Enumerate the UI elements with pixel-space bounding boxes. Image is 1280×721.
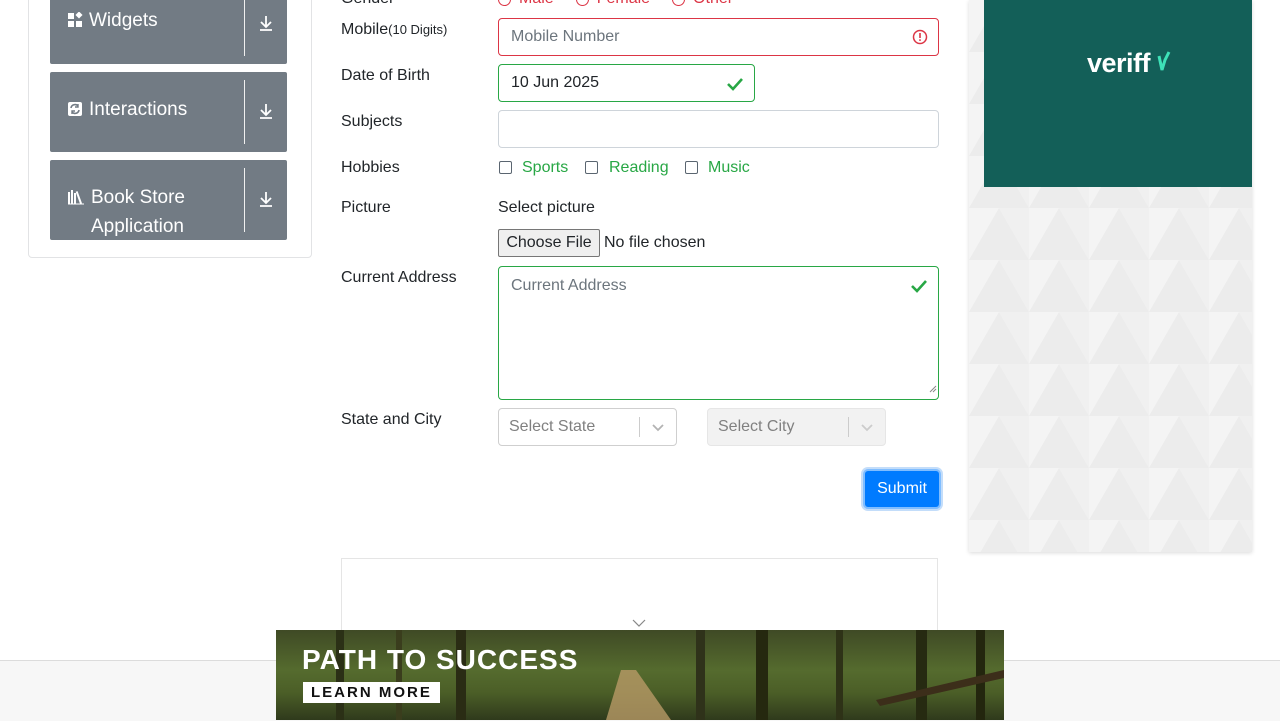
mobile-hint: (10 Digits) <box>388 22 448 37</box>
sidebar-item-widgets[interactable]: Widgets <box>50 0 287 64</box>
sidebar-ad[interactable]: veriff <box>969 0 1252 552</box>
dob-label: Date of Birth <box>341 67 430 84</box>
state-city-label: State and City <box>341 411 442 428</box>
hobby-label-music[interactable]: Music <box>708 159 750 177</box>
download-icon[interactable] <box>245 160 287 240</box>
interactions-icon <box>67 101 83 117</box>
mobile-input[interactable]: Mobile Number <box>498 18 939 56</box>
sidebar-item-label: Book Store Application <box>91 187 185 237</box>
content-frame <box>341 558 938 638</box>
gender-radio-female[interactable] <box>575 0 589 6</box>
sidebar-item-label: Interactions <box>89 99 188 120</box>
state-select[interactable]: Select State <box>498 408 677 446</box>
sidebar-item-book-store[interactable]: Book Store Application <box>50 160 287 240</box>
hobby-checkbox-sports[interactable] <box>499 161 512 174</box>
city-placeholder: Select City <box>718 418 795 435</box>
check-icon <box>726 76 744 97</box>
hobby-label-reading[interactable]: Reading <box>609 159 669 177</box>
download-icon[interactable] <box>245 0 287 64</box>
check-icon <box>910 278 928 299</box>
gender-radio-other[interactable] <box>672 0 686 6</box>
sidebar-item-interactions[interactable]: Interactions <box>50 72 287 152</box>
hobby-checkbox-music[interactable] <box>685 161 698 174</box>
dob-value: 10 Jun 2025 <box>511 74 600 91</box>
gender-label: Gender <box>341 0 394 8</box>
gender-radio-group: Male Female Other <box>498 0 733 8</box>
current-address-textarea[interactable]: Current Address <box>498 266 939 400</box>
book-icon <box>67 189 85 205</box>
mobile-label-text: Mobile <box>341 21 389 38</box>
gender-option-male[interactable]: Male <box>519 0 554 8</box>
mobile-placeholder: Mobile Number <box>511 28 620 45</box>
hobby-checkbox-reading[interactable] <box>585 161 598 174</box>
gender-radio-male[interactable] <box>498 0 511 6</box>
resize-handle-icon[interactable] <box>929 380 937 398</box>
veriff-mark-icon <box>1157 51 1171 71</box>
select-picture-label: Select picture <box>498 199 595 216</box>
hobbies-label: Hobbies <box>341 159 400 176</box>
hobby-label-sports[interactable]: Sports <box>522 159 568 177</box>
bottom-banner-ad[interactable]: PATH TO SUCCESS LEARN MORE <box>276 630 1004 720</box>
veriff-logo: veriff <box>1087 48 1171 79</box>
veriff-logo-text: veriff <box>1087 48 1151 78</box>
learn-more-button[interactable]: LEARN MORE <box>303 682 440 703</box>
address-label: Current Address <box>341 269 457 286</box>
subjects-label: Subjects <box>341 113 403 130</box>
chevron-down-icon[interactable] <box>640 422 676 432</box>
dob-input[interactable]: 10 Jun 2025 <box>498 64 755 102</box>
address-placeholder: Current Address <box>511 277 627 294</box>
download-icon[interactable] <box>245 72 287 152</box>
submit-button[interactable]: Submit <box>863 469 941 509</box>
picture-label: Picture <box>341 199 391 216</box>
sidebar-item-label: Widgets <box>89 10 158 31</box>
widgets-icon <box>67 12 83 28</box>
ad-brand-panel <box>984 0 1252 187</box>
choose-file-button[interactable]: Choose File <box>498 229 600 257</box>
gender-option-female[interactable]: Female <box>597 0 650 8</box>
gender-option-other[interactable]: Other <box>693 0 733 8</box>
subjects-input[interactable] <box>498 110 939 148</box>
error-icon <box>912 29 928 50</box>
mobile-label: Mobile(10 Digits) <box>341 21 447 39</box>
banner-headline: PATH TO SUCCESS <box>302 644 579 675</box>
state-placeholder: Select State <box>509 418 596 435</box>
chevron-down-icon[interactable] <box>849 422 885 432</box>
file-status: No file chosen <box>604 234 706 251</box>
city-select[interactable]: Select City <box>707 408 886 446</box>
